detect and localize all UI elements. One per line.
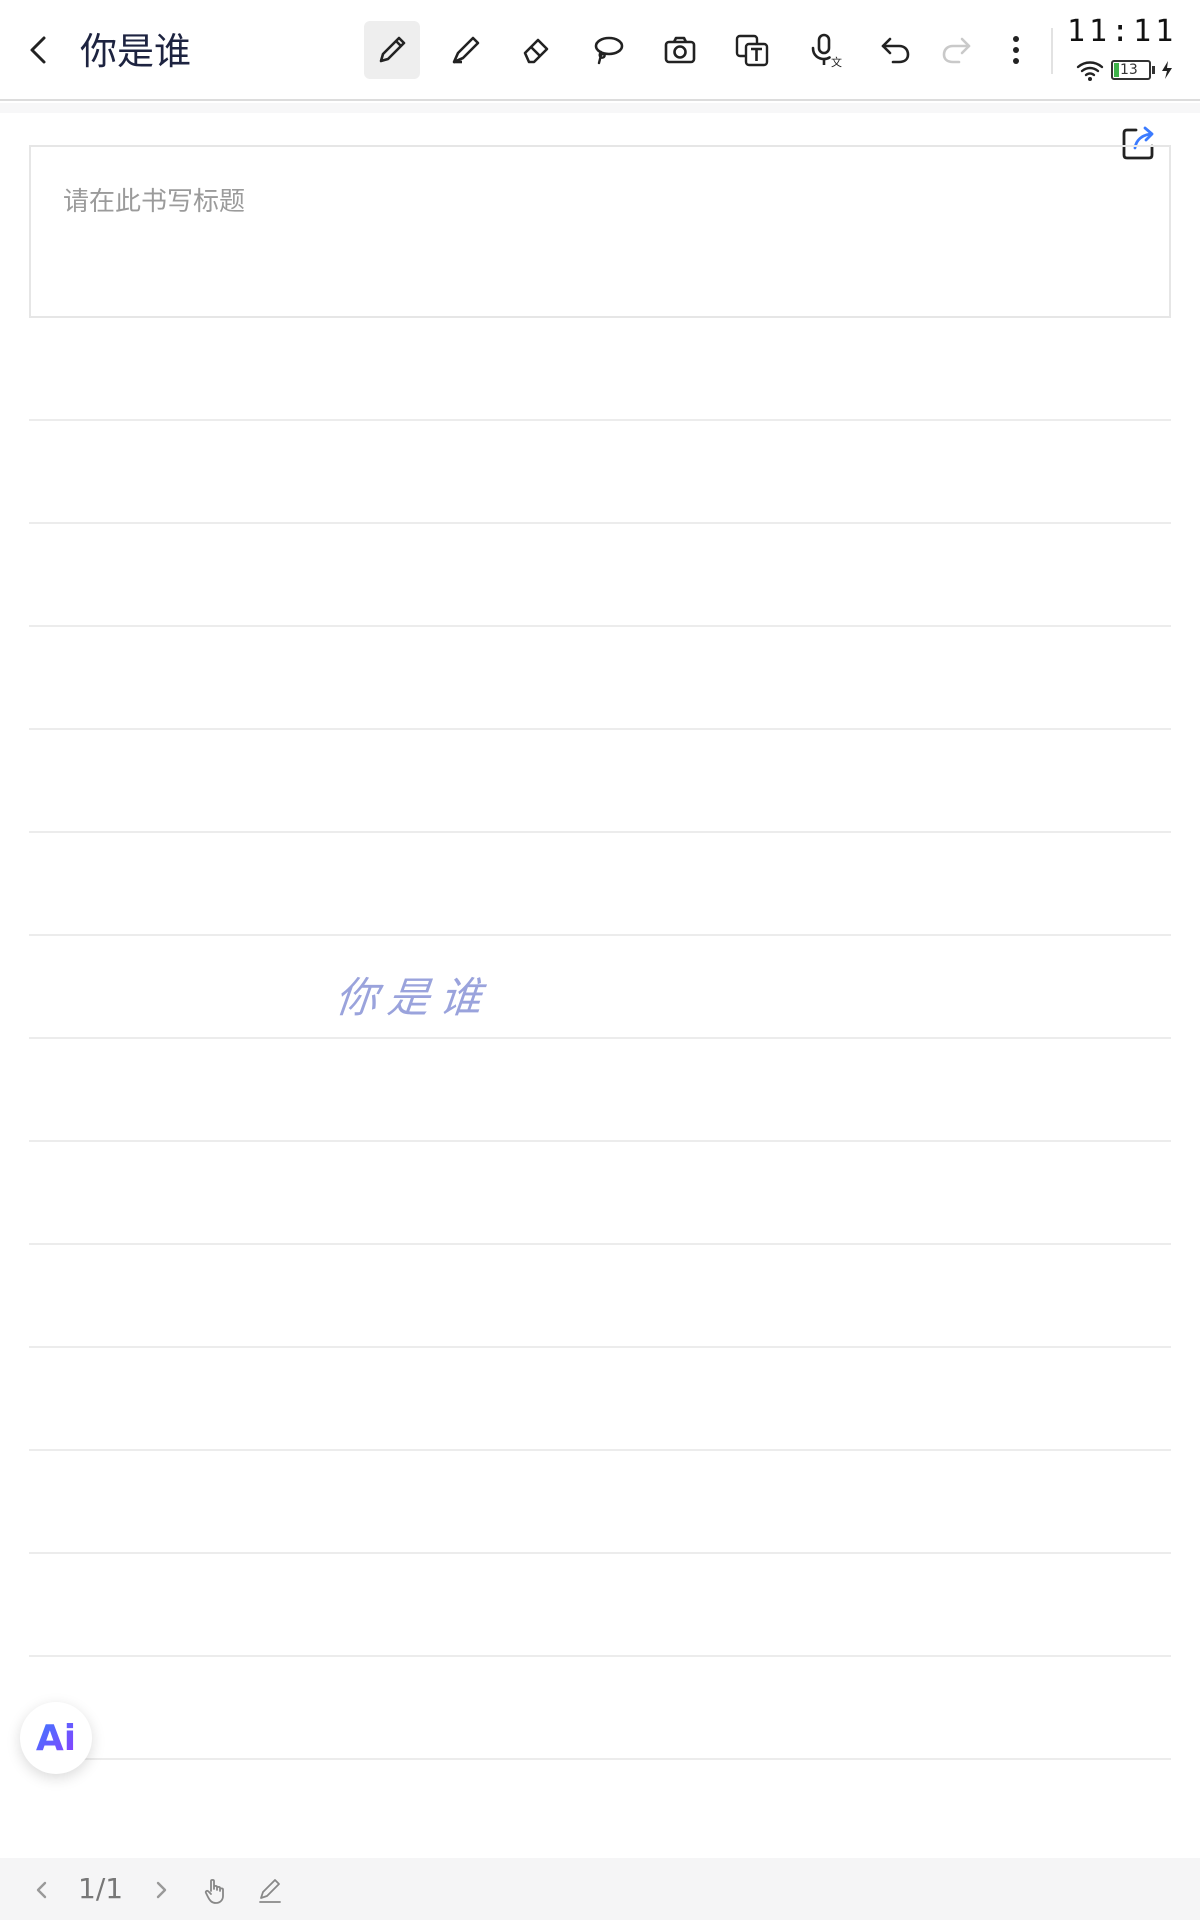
title-placeholder: 请在此书写标题 bbox=[63, 187, 246, 217]
undo-icon bbox=[881, 37, 910, 64]
lasso-icon bbox=[594, 36, 624, 65]
lasso-tool-button[interactable] bbox=[582, 24, 634, 76]
battery-indicator: 13 bbox=[1111, 60, 1151, 80]
ruled-line bbox=[29, 1037, 1171, 1039]
previous-page-button[interactable] bbox=[22, 1870, 62, 1910]
more-options-button[interactable] bbox=[990, 24, 1042, 76]
hand-scroll-button[interactable] bbox=[195, 1870, 235, 1910]
pen-mode-button[interactable] bbox=[250, 1870, 290, 1910]
camera-icon bbox=[664, 36, 696, 64]
text-convert-icon bbox=[735, 34, 769, 67]
chevron-left-icon bbox=[36, 1881, 47, 1899]
redo-icon bbox=[942, 37, 971, 64]
wifi-icon bbox=[1076, 61, 1104, 81]
eraser-tool-button[interactable] bbox=[510, 24, 562, 76]
ruled-line bbox=[29, 1758, 1171, 1760]
status-icons: 13 bbox=[1075, 58, 1195, 84]
camera-tool-button[interactable] bbox=[654, 24, 706, 76]
more-vertical-icon bbox=[1013, 36, 1019, 64]
bottom-bar: 1/1 bbox=[0, 1858, 1200, 1920]
pen-icon bbox=[259, 1879, 281, 1903]
paper-top-band bbox=[0, 103, 1200, 113]
undo-tool-button[interactable] bbox=[870, 24, 922, 76]
pen-tool-button[interactable] bbox=[364, 21, 420, 79]
ruled-line bbox=[29, 1552, 1171, 1554]
toolbar-divider bbox=[1051, 28, 1053, 74]
highlighter-tool-button[interactable] bbox=[440, 24, 492, 76]
charging-icon bbox=[1162, 61, 1172, 79]
ruled-line bbox=[29, 1449, 1171, 1451]
microphone-icon: 文 bbox=[811, 33, 842, 69]
top-toolbar: 你是谁 文 11:11 13 bbox=[0, 0, 1200, 101]
next-page-button[interactable] bbox=[141, 1870, 181, 1910]
ai-assistant-button[interactable]: Ai bbox=[20, 1702, 92, 1774]
chevron-right-icon bbox=[156, 1881, 167, 1899]
redo-tool-button[interactable] bbox=[930, 24, 982, 76]
ruled-line bbox=[29, 831, 1171, 833]
battery-fill bbox=[1114, 63, 1119, 77]
ruled-line bbox=[29, 934, 1171, 936]
eraser-icon bbox=[523, 38, 549, 64]
hand-pointer-icon bbox=[204, 1878, 224, 1904]
ruled-line bbox=[29, 419, 1171, 421]
handwritten-text[interactable]: 你是谁 bbox=[333, 964, 495, 1025]
note-title: 你是谁 bbox=[80, 30, 191, 73]
highlighter-icon bbox=[452, 36, 480, 64]
pen-icon bbox=[379, 36, 406, 63]
page-indicator: 1/1 bbox=[78, 1872, 124, 1905]
battery-level: 13 bbox=[1120, 62, 1138, 78]
ruled-line bbox=[29, 728, 1171, 730]
ruled-line bbox=[29, 1655, 1171, 1657]
ruled-line bbox=[29, 1140, 1171, 1142]
battery-tip bbox=[1152, 66, 1155, 74]
back-button[interactable] bbox=[22, 28, 58, 72]
ruled-line bbox=[29, 625, 1171, 627]
title-input-box[interactable]: 请在此书写标题 bbox=[29, 145, 1171, 318]
ruled-line bbox=[29, 522, 1171, 524]
status-clock: 11:11 bbox=[1067, 14, 1178, 49]
ai-label: Ai bbox=[35, 1717, 77, 1759]
chevron-left-icon bbox=[30, 36, 46, 64]
voice-to-text-tool-button[interactable]: 文 bbox=[798, 24, 850, 76]
text-recognition-tool-button[interactable] bbox=[726, 24, 778, 76]
ruled-line bbox=[29, 1346, 1171, 1348]
svg-text:文: 文 bbox=[831, 55, 842, 69]
ruled-line bbox=[29, 1243, 1171, 1245]
